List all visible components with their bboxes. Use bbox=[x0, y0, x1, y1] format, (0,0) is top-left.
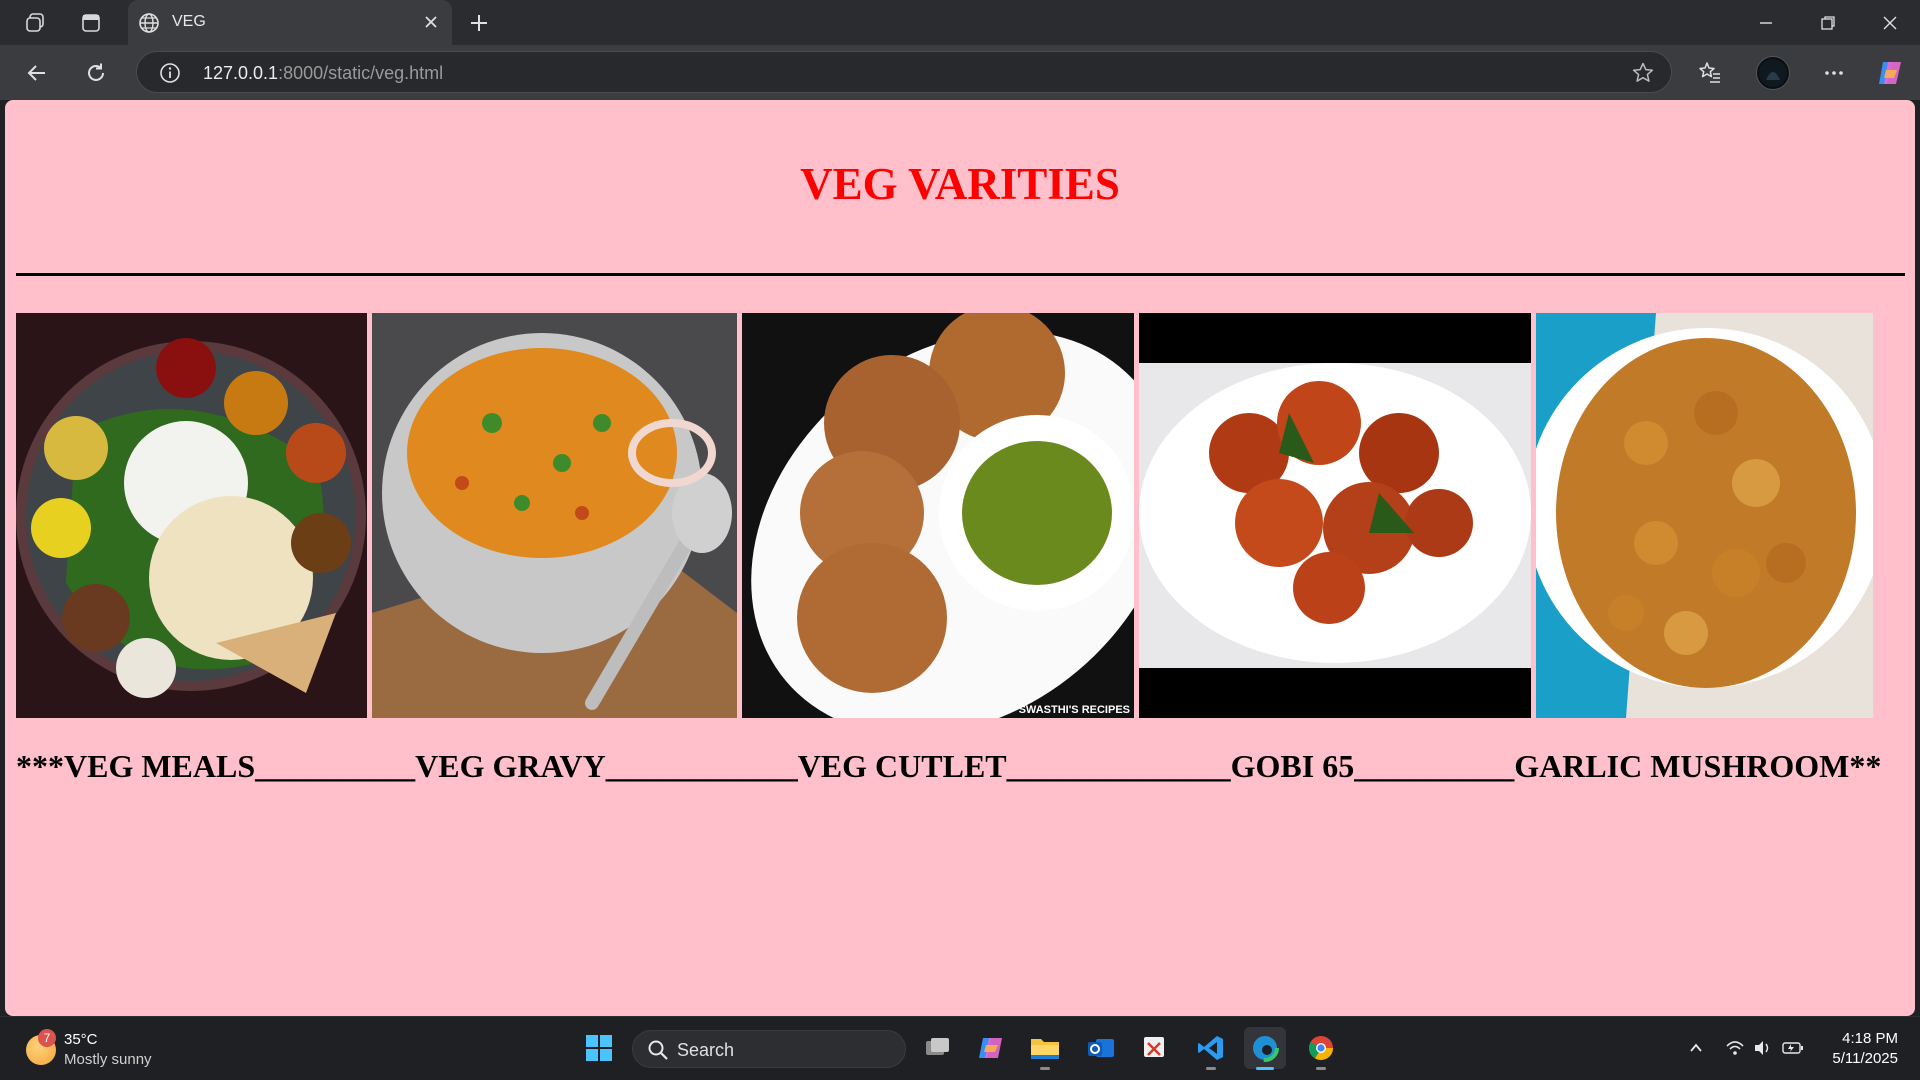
url-text: 127.0.0.1:8000/static/veg.html bbox=[203, 63, 444, 83]
dish-captions: ***VEG MEALS__________VEG GRAVY_________… bbox=[16, 748, 1882, 784]
globe-icon bbox=[138, 12, 160, 34]
veg-meals-image bbox=[16, 313, 367, 718]
snipping-tool-icon[interactable] bbox=[1134, 1027, 1176, 1069]
close-window-icon[interactable] bbox=[1868, 8, 1912, 38]
browser-toolbar: 127.0.0.1:8000/static/veg.html bbox=[0, 45, 1920, 100]
close-tab-icon[interactable] bbox=[420, 11, 442, 33]
file-explorer-icon[interactable] bbox=[1024, 1027, 1066, 1070]
site-info-icon[interactable] bbox=[159, 62, 181, 84]
address-bar[interactable]: 127.0.0.1:8000/static/veg.html bbox=[136, 51, 1672, 93]
running-indicator bbox=[1256, 1067, 1274, 1070]
profile-avatar[interactable] bbox=[1756, 56, 1790, 90]
start-menu-icon[interactable] bbox=[578, 1027, 620, 1069]
vertical-tabs-icon[interactable] bbox=[78, 10, 104, 36]
veg-cutlet-image: SWASTHI'S RECIPES bbox=[742, 313, 1134, 718]
weather-temperature: 35°C bbox=[64, 1031, 98, 1048]
running-indicator bbox=[1206, 1067, 1216, 1070]
notification-badge: 7 bbox=[38, 1029, 56, 1047]
restore-icon[interactable] bbox=[1806, 8, 1850, 38]
weather-condition: Mostly sunny bbox=[64, 1051, 152, 1068]
search-label: Search bbox=[677, 1040, 735, 1060]
vscode-icon[interactable] bbox=[1190, 1027, 1232, 1070]
weather-widget[interactable]: 7 35°C Mostly sunny bbox=[24, 1029, 224, 1073]
windows-taskbar: 7 35°C Mostly sunny Search 4:18 PM 5/11/… bbox=[0, 1016, 1920, 1080]
edge-browser-icon[interactable] bbox=[1244, 1027, 1286, 1070]
minimize-icon[interactable] bbox=[1744, 8, 1788, 38]
horizontal-rule bbox=[16, 273, 1905, 276]
favorite-star-icon[interactable] bbox=[1631, 61, 1655, 85]
workspaces-icon[interactable] bbox=[22, 10, 48, 36]
tab-title: VEG bbox=[172, 13, 206, 30]
garlic-mushroom-image bbox=[1536, 313, 1873, 718]
new-tab-icon[interactable] bbox=[466, 10, 492, 36]
outlook-icon[interactable] bbox=[1080, 1027, 1122, 1069]
running-indicator bbox=[1316, 1067, 1326, 1070]
clock-date: 5/11/2025 bbox=[1832, 1050, 1898, 1067]
page-viewport: VEG VARITIES SWASTHI'S RECIPES ***VEG ME… bbox=[5, 100, 1915, 1016]
veg-gravy-image bbox=[372, 313, 737, 718]
system-clock[interactable]: 4:18 PM 5/11/2025 bbox=[1832, 1029, 1898, 1069]
copilot-icon[interactable] bbox=[1874, 57, 1906, 89]
more-options-icon[interactable] bbox=[1818, 57, 1850, 89]
clock-time: 4:18 PM bbox=[1842, 1030, 1898, 1047]
watermark-text: SWASTHI'S RECIPES bbox=[1018, 704, 1130, 716]
refresh-icon[interactable] bbox=[80, 57, 112, 89]
browser-tab-strip: VEG bbox=[0, 0, 1920, 46]
volume-icon[interactable] bbox=[1750, 1035, 1776, 1061]
battery-icon[interactable] bbox=[1780, 1035, 1806, 1061]
search-icon bbox=[647, 1039, 669, 1061]
running-indicator bbox=[1040, 1067, 1050, 1070]
page-title: VEG VARITIES bbox=[800, 159, 1120, 209]
task-view-icon[interactable] bbox=[916, 1027, 958, 1069]
wifi-icon[interactable] bbox=[1722, 1035, 1748, 1061]
taskbar-search[interactable]: Search bbox=[632, 1030, 906, 1068]
favorites-icon[interactable] bbox=[1694, 57, 1726, 89]
gobi-65-image bbox=[1139, 313, 1531, 718]
chevron-up-icon[interactable] bbox=[1683, 1035, 1709, 1061]
active-tab[interactable]: VEG bbox=[128, 0, 452, 46]
chrome-icon[interactable] bbox=[1300, 1027, 1342, 1070]
copilot-app-icon[interactable] bbox=[970, 1027, 1012, 1069]
back-arrow-icon[interactable] bbox=[21, 57, 53, 89]
